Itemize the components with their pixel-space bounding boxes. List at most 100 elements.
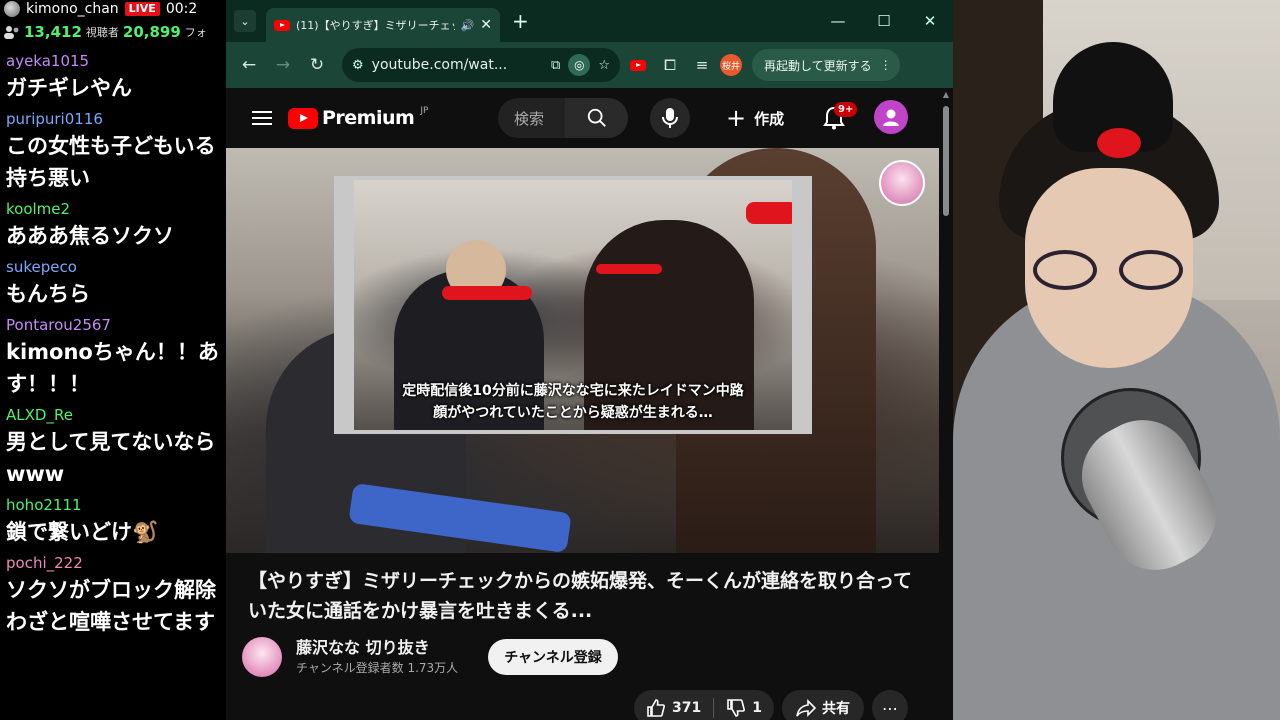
update-button[interactable]: 再起動して更新する ⋮ — [752, 49, 900, 81]
profile-avatar[interactable]: 桜井 — [720, 54, 742, 76]
chat-text: ソクソがブロック解除 — [6, 578, 216, 602]
chat-text: kimonoちゃん！！あ — [6, 340, 219, 364]
bookmark-star-icon[interactable]: ☆ — [598, 58, 610, 73]
chat-text: 持ち悪い — [6, 166, 90, 190]
logo-text: Premium — [322, 107, 415, 129]
minimize-button[interactable]: — — [815, 0, 861, 42]
webcam-hat-beak — [1097, 128, 1141, 158]
chat-text: 男として見てないなら — [6, 430, 216, 454]
search-icon — [587, 108, 606, 127]
caption-line: 顔がやつれていたことから疑惑が生まれる… — [433, 405, 713, 421]
tab-search-button[interactable]: ⌄ — [234, 10, 256, 32]
chat-username[interactable]: koolme2 — [6, 198, 220, 220]
chat-text: www — [6, 462, 65, 486]
speaker-icon[interactable]: 🔊 — [461, 19, 475, 32]
search-button[interactable] — [565, 98, 628, 138]
video-player[interactable]: 定時配信後10分前に藤沢なな宅に来たレイドマン中路 顔がやつれていたことから疑惑… — [226, 148, 939, 553]
omnibox[interactable]: ⚙ youtube.com/wat... ⧉ ◎ ☆ — [342, 48, 620, 82]
chat-username[interactable]: puripuri0116 — [6, 108, 220, 130]
chat-username[interactable]: pochi_222 — [6, 552, 220, 574]
chat-list: ayeka1015 ガチギレやん puripuri0116 この女性も子どもいる 持ち悪… — [0, 48, 226, 640]
logo-region: JP — [420, 106, 429, 116]
like-dislike-group: 371 1 — [634, 690, 774, 720]
lens-icon[interactable]: ◎ — [568, 54, 591, 76]
youtube-favicon-icon — [274, 19, 290, 31]
search-box: 検索 — [498, 98, 628, 138]
chat-message: Pontarou2567 kimonoちゃん！！あ す！！！ — [0, 312, 226, 402]
url-text[interactable]: youtube.com/wat... — [372, 57, 543, 73]
chat-text: す！！！ — [6, 372, 90, 396]
create-button[interactable]: + 作成 — [726, 100, 784, 136]
new-tab-button[interactable]: + — [512, 9, 529, 33]
notification-count: 9+ — [834, 102, 858, 117]
tab-close-icon[interactable]: ✕ — [480, 17, 492, 33]
extensions-puzzle-icon[interactable]: ⧠ — [656, 51, 684, 79]
chat-text: この女性も子どもいる — [6, 134, 216, 158]
back-button[interactable]: ← — [234, 50, 264, 80]
chat-username[interactable]: sukepeco — [6, 256, 220, 278]
chat-username[interactable]: ayeka1015 — [6, 50, 220, 72]
viewer-count: 13,412 — [24, 23, 82, 41]
chat-username[interactable]: hoho2111 — [6, 494, 220, 516]
streamer-avatar — [4, 1, 20, 17]
chat-text: もんちら — [6, 282, 90, 306]
create-label: 作成 — [754, 109, 785, 128]
voice-search-button[interactable] — [650, 98, 690, 138]
search-input[interactable]: 検索 — [498, 98, 566, 138]
elapsed-time: 00:2 — [165, 1, 198, 17]
follower-count: 20,899 — [122, 23, 181, 41]
channel-watermark[interactable] — [879, 160, 925, 206]
stream-stats: 13,412 視聴者 20,899 フォ — [4, 18, 222, 46]
video-caption: 定時配信後10分前に藤沢なな宅に来たレイドマン中路 顔がやつれていたことから疑惑… — [354, 380, 792, 424]
like-count: 371 — [672, 700, 702, 716]
channel-name[interactable]: 藤沢なな 切り抜き — [296, 637, 458, 659]
dislike-button[interactable]: 1 — [714, 698, 774, 718]
media-control-icon[interactable]: ≡ — [688, 51, 716, 79]
reload-button[interactable]: ↻ — [302, 50, 332, 80]
page-scrollbar[interactable]: ▲ — [941, 90, 951, 720]
like-button[interactable]: 371 — [634, 698, 715, 718]
hamburger-menu-icon[interactable] — [252, 111, 272, 125]
chat-message: koolme2 あああ焦るソクソ — [0, 196, 226, 254]
chat-username[interactable]: Pontarou2567 — [6, 314, 220, 336]
youtube-logo[interactable]: Premium JP — [288, 106, 429, 129]
chat-text: あああ焦るソクソ — [6, 224, 174, 248]
youtube-extension-icon[interactable] — [624, 51, 652, 79]
chat-message: sukepeco もんちら — [0, 254, 226, 312]
subscriber-count: チャンネル登録者数 1.73万人 — [296, 661, 459, 675]
channel-info: 藤沢なな 切り抜き チャンネル登録者数 1.73万人 — [296, 637, 458, 677]
live-badge: LIVE — [124, 2, 160, 16]
scroll-thumb[interactable] — [943, 106, 949, 216]
chat-message: ALXD_Re 男として見てないなら www — [0, 402, 226, 492]
scroll-up-arrow-icon[interactable]: ▲ — [941, 90, 951, 99]
forward-button[interactable]: → — [268, 50, 298, 80]
channel-avatar[interactable] — [242, 637, 282, 677]
close-window-button[interactable]: ✕ — [907, 0, 953, 42]
kebab-menu-icon: ⋮ — [879, 58, 892, 72]
video-title: 【やりすぎ】ミザリーチェックからの嫉妬爆発、そーくんが連絡を取り合っていた女に通… — [248, 570, 913, 622]
streamer-row: kimono_chan LIVE 00:2 — [4, 0, 222, 18]
microphone-icon — [662, 108, 678, 128]
user-icon — [883, 109, 899, 126]
chat-text: 鎖で繋いどけ🐒 — [6, 520, 159, 544]
install-app-icon[interactable]: ⧉ — [551, 58, 560, 73]
more-actions-button[interactable]: ⋯ — [871, 690, 908, 720]
video-inset-scene: 定時配信後10分前に藤沢なな宅に来たレイドマン中路 顔がやつれていたことから疑惑… — [354, 180, 792, 430]
subscribe-button[interactable]: チャンネル登録 — [488, 639, 618, 675]
chat-username[interactable]: ALXD_Re — [6, 404, 220, 426]
account-avatar[interactable] — [874, 100, 908, 134]
video-actions: 371 1 共有 ⋯ — [634, 690, 908, 720]
tab-title: (11)【やりすぎ】ミザリーチェック — [296, 19, 455, 32]
follower-label: フォ — [184, 26, 207, 39]
caption-line: 定時配信後10分前に藤沢なな宅に来たレイドマン中路 — [402, 383, 744, 399]
viewer-label: 視聴者 — [85, 26, 119, 39]
share-button[interactable]: 共有 — [781, 690, 864, 720]
chat-message: hoho2111 鎖で繋いどけ🐒 — [0, 492, 226, 550]
chat-message: pochi_222 ソクソがブロック解除 わざと喧嘩させてます — [0, 550, 226, 640]
browser-tab[interactable]: (11)【やりすぎ】ミザリーチェック 🔊 ✕ — [266, 8, 500, 42]
address-bar: ← → ↻ ⚙ youtube.com/wat... ⧉ ◎ ☆ ⧠ ≡ 桜井 … — [226, 42, 953, 88]
tab-bar: ⌄ (11)【やりすぎ】ミザリーチェック 🔊 ✕ + — ☐ ✕ — [226, 0, 953, 42]
maximize-button[interactable]: ☐ — [861, 0, 907, 42]
site-info-icon[interactable]: ⚙ — [352, 58, 364, 73]
update-label: 再起動して更新する — [764, 58, 872, 73]
